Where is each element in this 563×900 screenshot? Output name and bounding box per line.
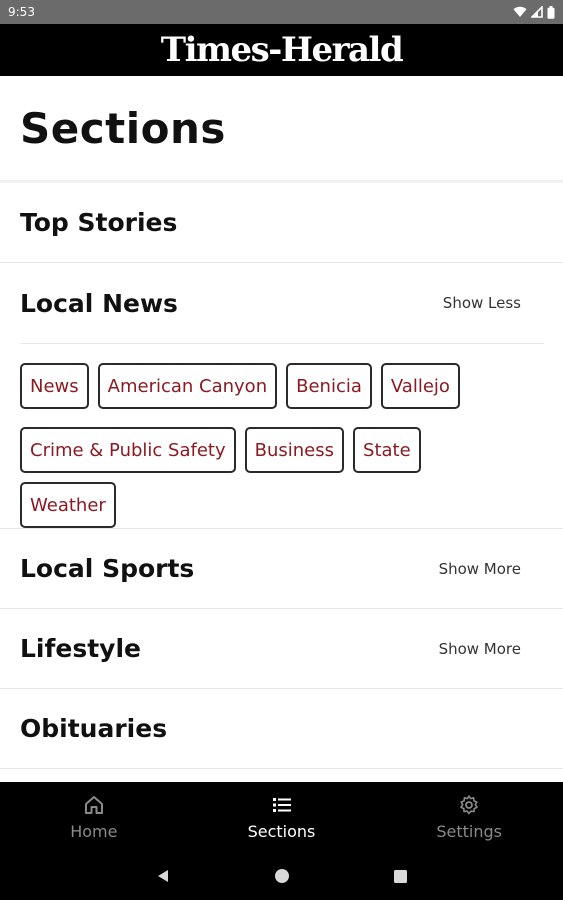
chip-news[interactable]: News xyxy=(20,363,89,409)
status-time: 9:53 xyxy=(8,5,35,19)
status-icons xyxy=(513,5,555,19)
sections-list: Sections Top Stories Local News Show Les… xyxy=(0,76,563,782)
section-label: Local News xyxy=(20,288,178,318)
nav-sections-label: Sections xyxy=(247,821,316,841)
subsection-chips: News American Canyon Benicia Vallejo Cri… xyxy=(20,344,500,528)
chip-crime-public-safety[interactable]: Crime & Public Safety xyxy=(20,427,236,473)
chip-american-canyon[interactable]: American Canyon xyxy=(97,363,278,409)
section-lifestyle[interactable]: Lifestyle Show More xyxy=(0,609,563,689)
section-label: Local Sports xyxy=(20,554,195,583)
section-label: Top Stories xyxy=(20,208,178,237)
nav-home-label: Home xyxy=(70,821,118,841)
system-back-button[interactable] xyxy=(151,864,175,888)
page-title: Sections xyxy=(20,103,226,153)
local-news-subsections: News American Canyon Benicia Vallejo Cri… xyxy=(0,343,563,529)
gear-icon xyxy=(460,794,478,814)
section-top-stories[interactable]: Top Stories xyxy=(0,183,563,263)
system-home-button[interactable] xyxy=(270,864,294,888)
system-recents-button[interactable] xyxy=(389,864,413,888)
section-obituaries[interactable]: Obituaries xyxy=(0,689,563,769)
signal-icon xyxy=(531,6,543,18)
home-circle-icon xyxy=(274,869,289,883)
section-label: Lifestyle xyxy=(20,634,141,663)
chip-vallejo[interactable]: Vallejo xyxy=(380,363,460,409)
section-label: Obituaries xyxy=(20,714,168,743)
status-bar: 9:53 xyxy=(0,0,563,24)
bottom-nav: Home Sections Settings xyxy=(0,782,563,852)
show-more-toggle[interactable]: Show More xyxy=(439,640,543,658)
masthead-logo: Times-Herald xyxy=(160,30,404,70)
show-more-toggle[interactable]: Show More xyxy=(439,560,543,578)
list-icon xyxy=(272,797,291,812)
chip-benicia[interactable]: Benicia xyxy=(286,363,372,409)
battery-icon xyxy=(547,5,555,19)
back-icon xyxy=(157,870,168,882)
nav-settings[interactable]: Settings xyxy=(375,782,563,852)
nav-sections[interactable]: Sections xyxy=(188,782,376,852)
section-local-sports[interactable]: Local Sports Show More xyxy=(0,529,563,609)
system-nav-bar xyxy=(0,852,563,900)
nav-home[interactable]: Home xyxy=(0,782,188,852)
chip-state[interactable]: State xyxy=(353,427,421,473)
section-local-news[interactable]: Local News Show Less xyxy=(0,263,563,343)
chip-weather[interactable]: Weather xyxy=(20,482,116,528)
show-less-toggle[interactable]: Show Less xyxy=(443,294,543,312)
masthead: Times-Herald xyxy=(0,24,563,76)
recents-icon xyxy=(394,869,407,883)
home-icon xyxy=(84,795,103,814)
wifi-icon xyxy=(513,6,527,18)
nav-settings-label: Settings xyxy=(436,821,502,841)
chip-business[interactable]: Business xyxy=(244,427,345,473)
